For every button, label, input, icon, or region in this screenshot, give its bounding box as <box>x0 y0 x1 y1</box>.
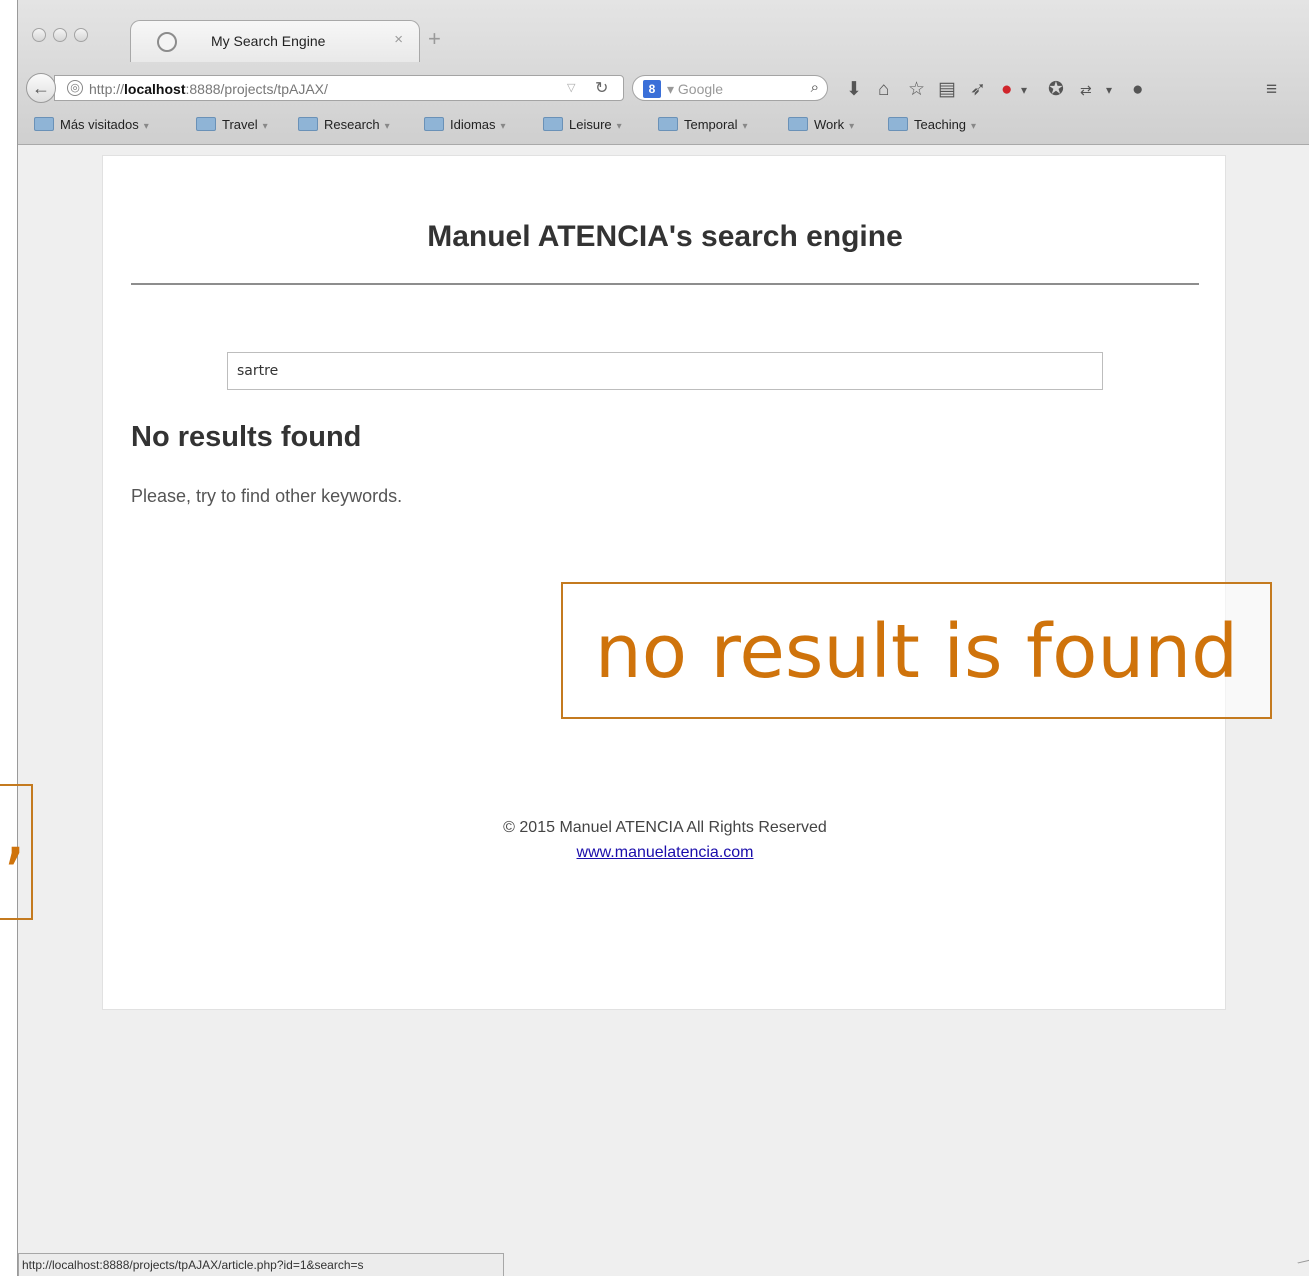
browser-chrome: My Search Engine × + ◎ http://localhost:… <box>18 0 1309 145</box>
chevron-down-icon: ▾ <box>616 121 622 132</box>
extension-icon[interactable]: ✪ <box>1048 77 1064 103</box>
new-tab-button[interactable]: + <box>428 27 441 51</box>
reading-list-icon[interactable]: ▤ <box>938 77 956 103</box>
site-identity-icon[interactable]: ◎ <box>67 80 83 96</box>
bookmark-leisure[interactable]: Leisure ▾ <box>543 117 622 132</box>
back-arrow-icon: ← <box>32 78 50 98</box>
bookmark-mas-visitados[interactable]: Más visitados ▾ <box>34 117 149 132</box>
bookmark-temporal[interactable]: Temporal ▾ <box>658 117 748 132</box>
reload-icon[interactable]: ↻ <box>595 78 608 98</box>
chat-icon[interactable]: ● <box>1132 77 1143 103</box>
title-divider <box>131 283 1199 285</box>
screenshot-stage: My Search Engine × + ◎ http://localhost:… <box>0 0 1309 1276</box>
zoom-window-button[interactable] <box>74 28 88 42</box>
footer-website-link[interactable]: www.manuelatencia.com <box>577 844 754 861</box>
globe-icon <box>157 32 177 52</box>
annotation-callout: no result is found <box>561 582 1272 719</box>
folder-icon <box>34 117 54 131</box>
url-text: http://localhost:8888/projects/tpAJAX/ <box>89 81 328 97</box>
tab-title: My Search Engine <box>211 33 326 49</box>
send-icon[interactable]: ➶ <box>970 77 986 103</box>
bookmark-idiomas[interactable]: Idiomas ▾ <box>424 117 506 132</box>
minimize-window-button[interactable] <box>53 28 67 42</box>
adblock-icon[interactable]: ● <box>1001 77 1012 103</box>
resize-grip-icon[interactable]: ⁄ <box>1296 1256 1309 1271</box>
no-results-heading: No results found <box>131 421 362 453</box>
chevron-down-icon: ▾ <box>500 121 506 132</box>
tab-my-search-engine[interactable]: My Search Engine × <box>130 20 420 62</box>
search-engine-icon[interactable]: 8 <box>643 80 661 98</box>
url-bar[interactable]: ◎ http://localhost:8888/projects/tpAJAX/… <box>54 75 624 101</box>
chevron-down-icon: ▾ <box>384 121 390 132</box>
folder-icon <box>888 117 908 131</box>
folder-icon <box>788 117 808 131</box>
chevron-down-icon: ▾ <box>262 121 268 132</box>
chevron-down-icon: ▾ <box>849 121 855 132</box>
sync-icon[interactable]: ⇄ <box>1080 77 1092 103</box>
web-search-bar[interactable]: 8 ▾ Google ⌕ <box>632 75 828 101</box>
page-title: Manuel ATENCIA's search engine <box>427 220 903 253</box>
adblock-dropdown-icon[interactable]: ▾ <box>1021 77 1027 103</box>
navigation-toolbar: ◎ http://localhost:8888/projects/tpAJAX/… <box>18 64 1309 110</box>
chevron-down-icon: ▾ <box>742 121 748 132</box>
chevron-down-icon: ▾ <box>971 121 977 132</box>
status-bar: http://localhost:8888/projects/tpAJAX/ar… <box>18 1253 504 1276</box>
sync-dropdown-icon[interactable]: ▾ <box>1106 77 1112 103</box>
bookmark-teaching[interactable]: Teaching ▾ <box>888 117 976 132</box>
bookmark-star-icon[interactable]: ☆ <box>908 77 925 103</box>
bookmark-research[interactable]: Research ▾ <box>298 117 390 132</box>
toolbar-icons: ⬇ ⌂ ☆ ▤ ➶ ● ▾ ✪ ⇄ ▾ ● ≡ <box>836 77 1296 103</box>
chevron-down-icon: ▾ <box>143 121 149 132</box>
folder-icon <box>196 117 216 131</box>
folder-icon <box>424 117 444 131</box>
url-history-dropdown-icon[interactable]: ▽ <box>567 81 575 94</box>
tab-close-icon[interactable]: × <box>394 31 403 48</box>
no-results-message: Please, try to find other keywords. <box>131 486 403 506</box>
folder-icon <box>298 117 318 131</box>
annotation-left-text: , <box>3 788 27 874</box>
back-button[interactable]: ← <box>26 73 56 103</box>
search-engine-placeholder: ▾ Google <box>667 81 724 97</box>
search-input[interactable] <box>227 352 1103 390</box>
bookmarks-toolbar: Más visitados ▾ Travel ▾ Research ▾ Idiomas… <box>18 112 1309 140</box>
bookmark-travel[interactable]: Travel ▾ <box>196 117 268 132</box>
close-window-button[interactable] <box>32 28 46 42</box>
folder-icon <box>658 117 678 131</box>
footer-copyright: © 2015 Manuel ATENCIA All Rights Reserve… <box>503 819 827 836</box>
bookmark-work[interactable]: Work ▾ <box>788 117 854 132</box>
annotation-left-callout: , <box>0 784 33 920</box>
home-icon[interactable]: ⌂ <box>878 77 889 103</box>
folder-icon <box>543 117 563 131</box>
search-icon[interactable]: ⌕ <box>811 79 819 96</box>
menu-icon[interactable]: ≡ <box>1266 77 1277 103</box>
download-icon[interactable]: ⬇ <box>846 77 862 103</box>
footer-link-wrapper: www.manuelatencia.com <box>103 844 1227 862</box>
